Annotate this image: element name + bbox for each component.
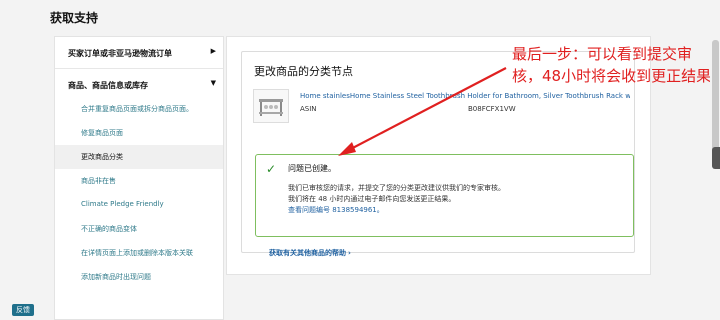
triangle-down-icon: ▼ <box>210 79 216 87</box>
triangle-right-icon: ▶ <box>210 47 216 55</box>
help-sidebar: 买家订单或非亚马逊物流订单 ▶ 商品、商品信息或库存 ▼ 合并重复商品页面或拆分… <box>54 36 224 320</box>
scrollbar-thumb[interactable] <box>712 40 719 160</box>
sidebar-item-change-category[interactable]: 更改商品分类 <box>55 145 223 169</box>
asin-label: ASIN <box>300 105 317 113</box>
product-name-link[interactable]: Home stainlesHome Stainless Steel Toothb… <box>300 92 630 100</box>
sidebar-section-label: 商品、商品信息或库存 <box>68 81 148 90</box>
success-message: 我们已审核您的请求，并提交了您的分类更改建议供我们的专家审核。 <box>288 184 505 192</box>
sidebar-item-merge-pages[interactable]: 合并重复商品页面或拆分商品页面。 <box>55 97 223 121</box>
annotation-text: 最后一步：可以看到提交审核，48小时将会收到更正结果 <box>512 45 712 85</box>
card-title: 更改商品的分类节点 <box>254 65 353 78</box>
sidebar-item-climate-pledge[interactable]: Climate Pledge Friendly <box>55 193 223 217</box>
product-image <box>253 89 289 123</box>
sidebar-item-not-for-sale[interactable]: 商品非在售 <box>55 169 223 193</box>
page-title: 获取支持 <box>50 11 99 25</box>
more-help-link[interactable]: 获取有关其他商品的帮助 › <box>269 248 351 258</box>
sidebar-section-listings[interactable]: 商品、商品信息或库存 ▼ <box>55 69 223 97</box>
more-help-label: 获取有关其他商品的帮助 <box>269 249 346 257</box>
asin-value: B08FCFX1VW <box>468 105 516 113</box>
chevron-right-icon: › <box>348 249 351 257</box>
success-alert: ✓ 问题已创建。 我们已审核您的请求，并提交了您的分类更改建议供我们的专家审核。… <box>255 154 634 237</box>
side-panel-tab[interactable] <box>712 147 720 169</box>
sidebar-item-incorrect-variation[interactable]: 不正确的商品变体 <box>55 217 223 241</box>
check-icon: ✓ <box>266 162 277 176</box>
success-message: 我们将在 48 小时内通过电子邮件向您发送更正结果。 <box>288 195 456 203</box>
sidebar-section-label: 买家订单或非亚马逊物流订单 <box>68 49 172 58</box>
sidebar-item-fix-page[interactable]: 修复商品页面 <box>55 121 223 145</box>
sidebar-item-add-product-issue[interactable]: 添加新商品时出现问题 <box>55 265 223 289</box>
success-title: 问题已创建。 <box>288 164 336 173</box>
case-number-link[interactable]: 查看问题编号 8138594961。 <box>288 205 384 215</box>
feedback-button[interactable]: 反馈 <box>12 304 34 316</box>
sidebar-item-edition-link[interactable]: 在详情页面上添加或删除本版本关联 <box>55 241 223 265</box>
sidebar-section-orders[interactable]: 买家订单或非亚马逊物流订单 ▶ <box>55 37 223 69</box>
